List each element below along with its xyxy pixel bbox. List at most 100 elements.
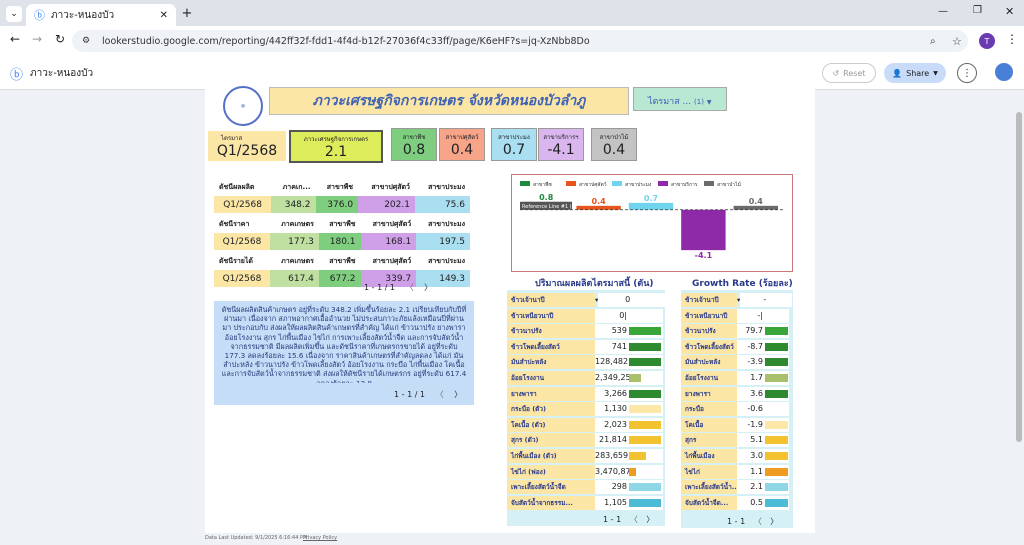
prev-page-icon[interactable]: 〈 bbox=[406, 283, 414, 292]
table-row[interactable]: สุกร 5.1 bbox=[681, 433, 789, 448]
table-row[interactable]: ยางพารา 3,266 bbox=[507, 386, 663, 401]
table-row[interactable]: ข้าวเหนียวนาปี 0| bbox=[507, 308, 663, 323]
index-header-cell[interactable]: สาขาปศุสัตว์ bbox=[361, 216, 417, 233]
tab-search-button[interactable]: ⌄ bbox=[6, 6, 22, 22]
table-row[interactable]: ไข่ไก่ 1.1 bbox=[681, 464, 789, 479]
index-header-cell[interactable]: ภาคเกษตร bbox=[270, 253, 319, 270]
row-name: ข้าวเหนียวนาปี bbox=[681, 308, 737, 323]
index-header-cell[interactable]: ดัชนีผลผลิต bbox=[214, 179, 271, 196]
table-row[interactable]: อ้อยโรงงาน 1.7 bbox=[681, 371, 789, 385]
row-bar bbox=[765, 389, 788, 398]
table-row[interactable]: โคเนื้อ -1.9 bbox=[681, 417, 789, 432]
production-table: ข้าวเจ้านาปี ▾ 0 ข้าวเหนียวนาปี 0| ข้าวนาปรั… bbox=[507, 290, 667, 526]
row-bar bbox=[765, 436, 788, 445]
chevron-down-icon[interactable]: ▼ bbox=[933, 70, 938, 77]
branch-kpi-value: 0.8 bbox=[402, 141, 426, 158]
table-row[interactable]: ไก่พื้นเมือง (ตัว) 283,659 bbox=[507, 449, 663, 463]
index-header-cell[interactable]: สาขาพืช bbox=[319, 216, 361, 233]
prev-page-icon[interactable]: 〈 bbox=[436, 390, 444, 399]
reload-icon[interactable]: ↻ bbox=[55, 32, 65, 46]
table-row[interactable]: ไก่พื้นเมือง 3.0 bbox=[681, 449, 789, 463]
site-info-icon[interactable]: ⚙ bbox=[82, 36, 90, 46]
browser-menu-icon[interactable]: ⋮ bbox=[1006, 32, 1018, 46]
row-value: 1,105 bbox=[595, 495, 629, 510]
table-row[interactable]: มันสำปะหลัง 128,482 bbox=[507, 355, 663, 370]
table-row[interactable]: ข้าวเหนียวนาปี -| bbox=[681, 308, 789, 323]
row-bar bbox=[629, 420, 662, 429]
prev-page-icon[interactable]: 〈 bbox=[754, 517, 762, 526]
row-name: สุกร bbox=[681, 433, 737, 448]
table-row[interactable]: กระบือ (ตัว) 1,130 bbox=[507, 402, 663, 417]
row-bar bbox=[629, 452, 646, 460]
browser-tab-strip: ⌄ ⓑ ภาวะ-หนองบัว ✕ + — ❐ ✕ bbox=[0, 0, 1024, 26]
prev-page-icon[interactable]: 〈 bbox=[630, 515, 638, 524]
index-header-cell[interactable]: สาขาปศุสัตว์ bbox=[358, 179, 415, 196]
table-row[interactable]: ไข่ไก่ (ฟอง) 3,470,875 bbox=[507, 464, 663, 479]
row-bar-cell bbox=[765, 308, 789, 323]
next-page-icon[interactable]: 〉 bbox=[424, 283, 432, 292]
index-header-cell[interactable]: สาขาประมง bbox=[415, 179, 470, 196]
legend-label: สาขาป่าไม้ bbox=[717, 181, 741, 188]
table-row[interactable]: เพาะเลี้ยงสัตว์น้ำ... 2.1 bbox=[681, 480, 789, 495]
row-bar-cell bbox=[629, 464, 663, 479]
index-header-cell[interactable]: สาขาพืช bbox=[316, 179, 359, 196]
quarter-filter-dropdown[interactable]: ไตรมาส ... (1) ▼ bbox=[633, 87, 727, 111]
row-value: 298 bbox=[595, 480, 629, 495]
row-name: ข้าวเหนียวนาปี bbox=[507, 308, 595, 323]
row-value: 539 bbox=[595, 324, 629, 339]
next-page-icon[interactable]: 〉 bbox=[770, 517, 778, 526]
index-header-cell[interactable]: ภาคเกษตร bbox=[270, 216, 319, 233]
browser-tab[interactable]: ⓑ ภาวะ-หนองบัว ✕ bbox=[26, 4, 176, 26]
table-row[interactable]: ข้าวนาปรัง 79.7 bbox=[681, 324, 789, 339]
index-header-cell[interactable]: ภาคเก... bbox=[271, 179, 315, 196]
table-row[interactable]: โคเนื้อ (ตัว) 2,023 bbox=[507, 417, 663, 432]
zoom-icon[interactable]: ⌕ bbox=[930, 36, 936, 47]
table-row[interactable]: ข้าวโพดเลี้ยงสัตว์ -8.7 bbox=[681, 339, 789, 354]
table-row[interactable]: ข้าวเจ้านาปี ▾ 0 bbox=[507, 293, 667, 307]
table-row[interactable]: จับสัตว์น้ำจากธรรม... 1,105 bbox=[507, 495, 663, 510]
index-header-cell[interactable]: สาขาปศุสัตว์ bbox=[361, 253, 417, 270]
bookmark-star-icon[interactable]: ☆ bbox=[952, 35, 962, 48]
back-icon[interactable]: ← bbox=[10, 32, 20, 46]
index-header-cell[interactable]: ดัชนีรายได้ bbox=[214, 253, 270, 270]
table-row[interactable]: กระบือ -0.6 bbox=[681, 402, 789, 417]
reset-button[interactable]: ↺ Reset bbox=[822, 63, 876, 83]
table-row[interactable]: ยางพารา 3.6 bbox=[681, 386, 789, 401]
row-bar-cell bbox=[629, 386, 663, 401]
index-header-cell[interactable]: ดัชนีราคา bbox=[214, 216, 270, 233]
page-scrollbar[interactable] bbox=[1016, 112, 1022, 442]
user-avatar-icon[interactable] bbox=[995, 63, 1013, 81]
next-page-icon[interactable]: 〉 bbox=[454, 390, 462, 399]
profile-avatar[interactable]: T bbox=[979, 33, 995, 49]
forward-icon[interactable]: → bbox=[32, 32, 42, 46]
row-value: -3.9 bbox=[737, 355, 765, 370]
index-header-cell[interactable]: สาขาพืช bbox=[319, 253, 361, 270]
index-cell: 376.0 bbox=[315, 196, 359, 213]
row-bar-cell bbox=[765, 355, 789, 370]
table-row[interactable]: ข้าวเจ้านาปี ▾ - bbox=[681, 293, 793, 307]
table-row[interactable]: มันสำปะหลัง -3.9 bbox=[681, 355, 789, 370]
table-row[interactable]: สุกร (ตัว) 21,814 bbox=[507, 433, 663, 448]
row-bar-cell bbox=[629, 495, 663, 510]
table-row[interactable]: ข้าวนาปรัง 539 bbox=[507, 324, 663, 339]
privacy-link[interactable]: Privacy Policy bbox=[303, 535, 337, 541]
index-header-cell[interactable]: สาขาประมง bbox=[416, 253, 470, 270]
minimize-icon[interactable]: — bbox=[938, 6, 948, 17]
new-tab-button[interactable]: + bbox=[180, 6, 194, 21]
row-bar-cell bbox=[765, 433, 789, 448]
url-field[interactable]: ⚙ lookerstudio.google.com/reporting/442f… bbox=[72, 30, 968, 52]
next-page-icon[interactable]: 〉 bbox=[646, 515, 654, 524]
table-row[interactable]: อ้อยโรงงาน 2,349,252 bbox=[507, 371, 663, 385]
table-row[interactable]: จับสัตว์น้ำจืด... 0.5 bbox=[681, 495, 789, 510]
more-options-button[interactable]: ⋮ bbox=[957, 63, 977, 83]
table-row[interactable]: ข้าวโพดเลี้ยงสัตว์ 741 bbox=[507, 339, 663, 354]
url-text: lookerstudio.google.com/reporting/442ff3… bbox=[102, 35, 590, 47]
table-row[interactable]: เพาะเลี้ยงสัตว์น้ำจืด 298 bbox=[507, 480, 663, 495]
index-header-cell[interactable]: สาขาประมง bbox=[416, 216, 470, 233]
index-pager: 1 - 1 / 1 〈 〉 bbox=[364, 283, 433, 292]
share-button[interactable]: 👤 Share ▼ bbox=[884, 63, 946, 83]
restore-icon[interactable]: ❐ bbox=[973, 5, 982, 16]
close-tab-icon[interactable]: ✕ bbox=[160, 10, 168, 21]
close-window-icon[interactable]: ✕ bbox=[1005, 5, 1014, 18]
row-bar-cell bbox=[768, 293, 793, 307]
